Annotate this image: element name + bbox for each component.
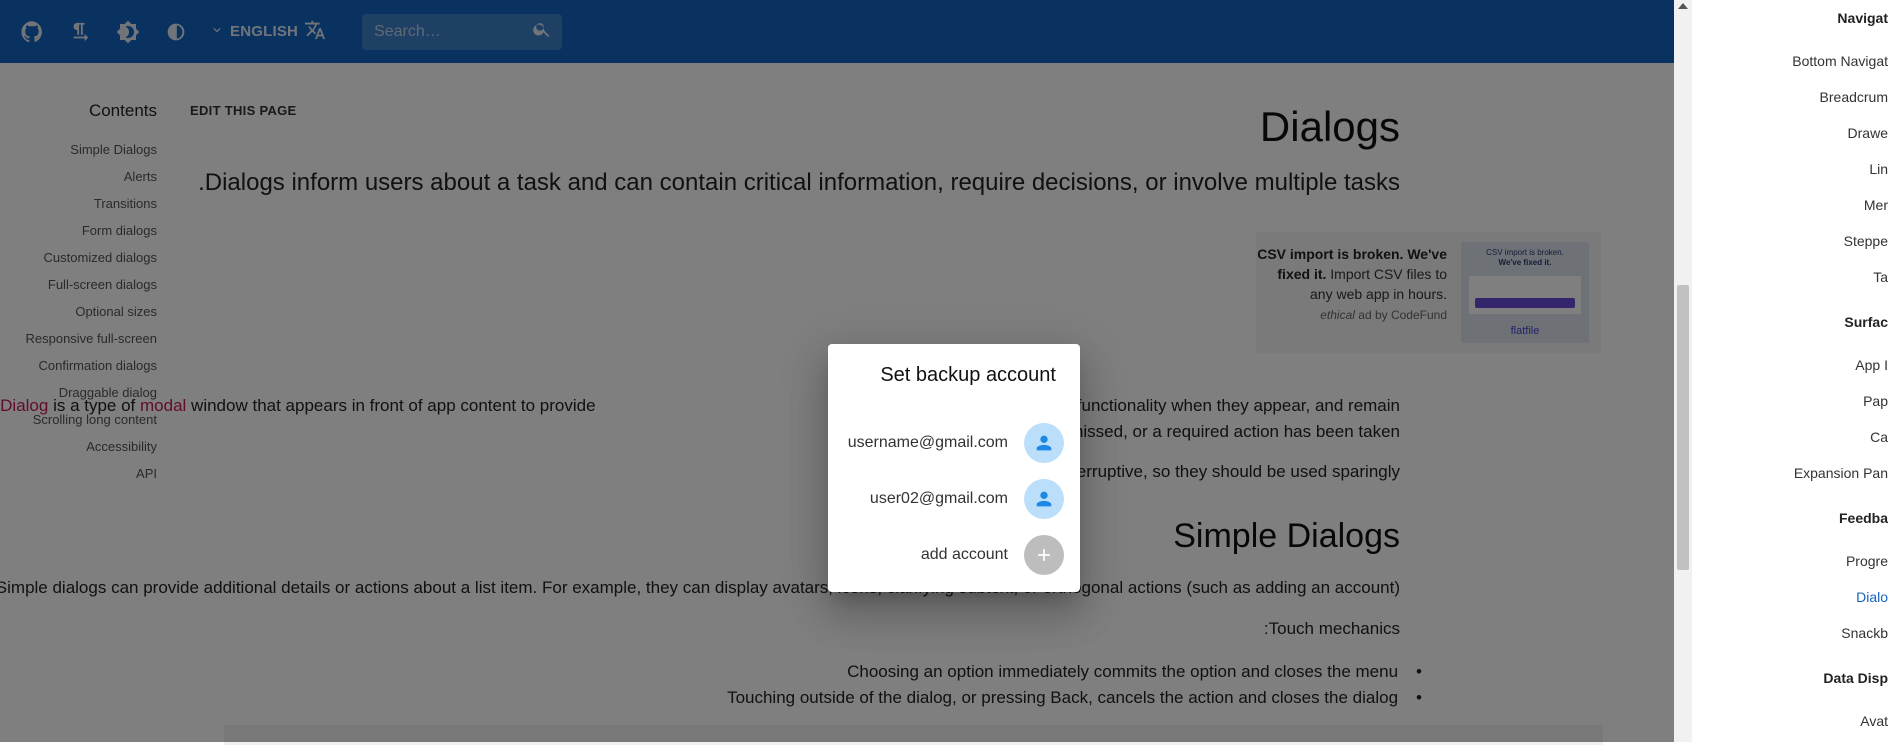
nav-item-breadcrumbs[interactable]: Breadcrum (1820, 89, 1888, 105)
nav-item-progress[interactable]: Progre (1846, 553, 1888, 569)
nav-header-navigation[interactable]: Navigat (1837, 10, 1888, 26)
add-account-button[interactable]: add account (921, 535, 1064, 575)
nav-item-dialogs[interactable]: Dialo (1856, 589, 1888, 605)
backup-account-dialog: Set backup account username@gmail.com us… (828, 344, 1080, 592)
nav-header-surfaces[interactable]: Surfac (1844, 314, 1888, 330)
nav-item-paper[interactable]: Pap (1863, 393, 1888, 409)
scrollbar-thumb[interactable] (1677, 285, 1689, 570)
nav-item-bottom-navigation[interactable]: Bottom Navigat (1792, 53, 1888, 69)
add-account-label: add account (921, 546, 1008, 564)
navigation-drawer: Navigat Bottom Navigat Breadcrum Drawe L… (1692, 0, 1888, 742)
account-option-username[interactable]: username@gmail.com (848, 423, 1064, 463)
nav-item-expansion-panels[interactable]: Expansion Pan (1794, 465, 1888, 481)
nav-header-feedback[interactable]: Feedba (1839, 510, 1888, 526)
add-icon (1024, 535, 1064, 575)
person-icon (1024, 479, 1064, 519)
nav-header-data-display[interactable]: Data Disp (1823, 670, 1888, 686)
account-option-user02[interactable]: user02@gmail.com (870, 479, 1064, 519)
nav-item-links[interactable]: Lin (1869, 161, 1888, 177)
account-email: username@gmail.com (848, 434, 1008, 452)
scroll-up-arrow-icon[interactable] (1678, 3, 1688, 9)
nav-item-avatars[interactable]: Avat (1860, 713, 1888, 729)
nav-item-cards[interactable]: Ca (1870, 429, 1888, 445)
person-icon (1024, 423, 1064, 463)
nav-item-menus[interactable]: Mer (1864, 197, 1888, 213)
nav-item-tabs[interactable]: Ta (1873, 269, 1888, 285)
account-email: user02@gmail.com (870, 490, 1008, 508)
nav-item-steppers[interactable]: Steppe (1844, 233, 1888, 249)
dialog-title: Set backup account (880, 364, 1056, 387)
nav-item-snackbars[interactable]: Snackb (1841, 625, 1888, 641)
nav-item-drawer[interactable]: Drawe (1848, 125, 1888, 141)
nav-item-app-bar[interactable]: App I (1855, 357, 1888, 373)
